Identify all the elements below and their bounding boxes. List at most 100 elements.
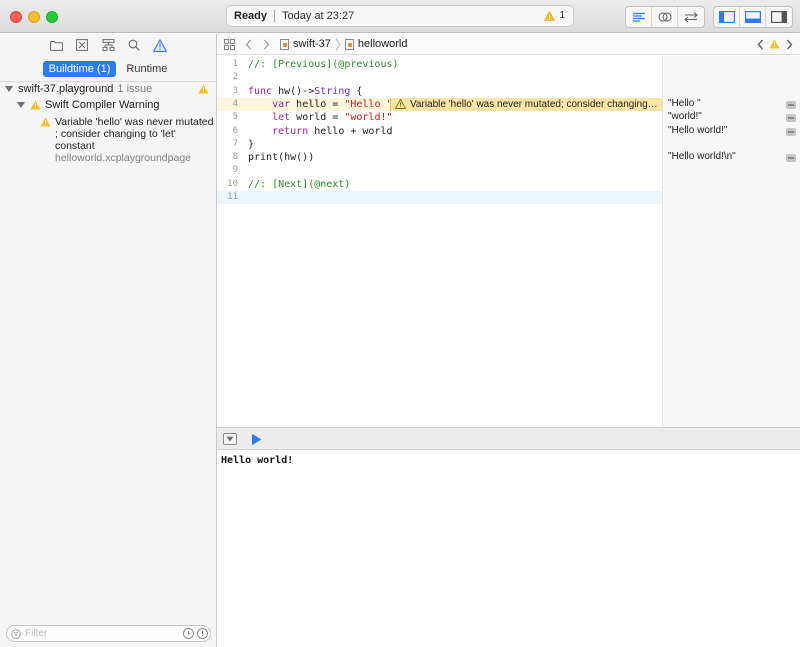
hide-debug-area-button[interactable] bbox=[223, 433, 237, 445]
hierarchy-icon[interactable] bbox=[101, 38, 115, 52]
issue-navigator-icon[interactable] bbox=[153, 38, 167, 52]
code-token: let bbox=[272, 112, 291, 124]
code-line[interactable]: 7} bbox=[217, 138, 662, 151]
code-token: hello = bbox=[290, 98, 345, 110]
symbol-icon[interactable] bbox=[75, 38, 89, 52]
code-line[interactable]: 5 let world = "world!" bbox=[217, 111, 662, 124]
code-line[interactable]: 2 bbox=[217, 71, 662, 84]
folder-icon[interactable] bbox=[49, 38, 63, 52]
code-token: func bbox=[248, 85, 273, 97]
line-number: 4 bbox=[232, 98, 238, 109]
inline-warning-banner[interactable]: Variable 'hello' was never mutated; cons… bbox=[390, 97, 662, 111]
code-token: world = bbox=[290, 112, 345, 124]
code-line[interactable]: 9 bbox=[217, 164, 662, 177]
navigator-divider bbox=[0, 81, 216, 82]
code-line[interactable]: 11 bbox=[217, 191, 662, 204]
chevron-left-icon[interactable] bbox=[245, 39, 252, 50]
collapse-triangle-icon bbox=[226, 436, 234, 442]
line-number: 10 bbox=[227, 178, 238, 189]
close-window-button[interactable] bbox=[10, 11, 22, 23]
result-value: "world!" bbox=[668, 111, 702, 123]
source-editor[interactable]: 1 //: [Previous](@previous) 2 3 func hw()->S… bbox=[217, 56, 662, 427]
disclosure-triangle-icon[interactable] bbox=[5, 86, 13, 92]
tree-row-project[interactable]: swift-37.playground 1 issue bbox=[5, 83, 212, 95]
navigator-selector-bar bbox=[0, 35, 216, 55]
code-token: //: [Next](@next) bbox=[248, 178, 351, 190]
activity-status-bar: Ready Today at 23:27 1 bbox=[226, 5, 574, 27]
chevron-right-icon[interactable] bbox=[786, 39, 793, 50]
chevron-left-icon[interactable] bbox=[757, 39, 764, 50]
recent-filter-icon[interactable] bbox=[183, 628, 194, 639]
assistant-editor-button[interactable] bbox=[652, 7, 678, 27]
code-line[interactable]: 1 //: [Previous](@previous) bbox=[217, 58, 662, 71]
chevron-right-icon[interactable] bbox=[263, 39, 270, 50]
results-sidebar: "Hello " "world!" "Hello world!" "Hello wor… bbox=[662, 56, 800, 427]
navigator-toggle-button[interactable] bbox=[714, 7, 740, 27]
quick-look-button[interactable] bbox=[786, 100, 796, 109]
zoom-window-button[interactable] bbox=[46, 11, 58, 23]
warning-icon bbox=[40, 117, 51, 127]
console-output[interactable]: Hello world! bbox=[217, 451, 800, 647]
disclosure-triangle-icon[interactable] bbox=[17, 102, 25, 108]
warning-icon bbox=[198, 84, 209, 94]
tab-buildtime[interactable]: Buildtime (1) bbox=[42, 60, 117, 77]
play-icon[interactable] bbox=[251, 433, 262, 446]
search-icon[interactable] bbox=[127, 38, 141, 52]
line-number: 7 bbox=[232, 138, 238, 149]
code-text: //: [Next](@next) bbox=[248, 178, 350, 191]
status-warning-count: 1 bbox=[559, 10, 565, 21]
warning-icon bbox=[30, 100, 41, 110]
status-state: Ready bbox=[234, 10, 268, 22]
project-issue-count: 1 issue bbox=[117, 83, 153, 95]
playground-file-icon bbox=[280, 38, 289, 50]
debug-bar bbox=[217, 427, 800, 450]
code-line[interactable]: 8 print(hw()) bbox=[217, 151, 662, 164]
warning-icon[interactable] bbox=[769, 39, 780, 49]
quick-look-button[interactable] bbox=[786, 127, 796, 136]
code-line[interactable]: 4 var hello = "Hello " Variable 'hello' w… bbox=[217, 97, 662, 111]
minimize-window-button[interactable] bbox=[28, 11, 40, 23]
status-warning-badge[interactable]: 1 bbox=[544, 10, 565, 21]
code-line[interactable]: 6 return hello + world bbox=[217, 125, 662, 138]
version-editor-button[interactable] bbox=[678, 7, 704, 27]
issue-filter-icon[interactable] bbox=[197, 628, 208, 639]
related-items-grid-icon[interactable] bbox=[224, 38, 235, 50]
filter-field[interactable]: Filter bbox=[6, 625, 211, 642]
breadcrumb-playground[interactable]: swift-37 bbox=[280, 38, 331, 50]
utilities-toggle-icon bbox=[771, 11, 787, 23]
code-text: //: [Previous](@previous) bbox=[248, 58, 399, 71]
line-number: 3 bbox=[232, 85, 238, 96]
standard-editor-button[interactable] bbox=[626, 7, 652, 27]
code-token: //: [Previous](@previous) bbox=[248, 59, 399, 70]
line-number: 1 bbox=[232, 59, 238, 69]
filter-icon bbox=[11, 628, 21, 639]
version-editor-icon bbox=[684, 12, 698, 23]
code-token: "Hello " bbox=[344, 98, 393, 110]
breadcrumb-label: helloworld bbox=[357, 38, 408, 50]
quick-look-button[interactable] bbox=[786, 154, 796, 163]
window-titlebar: Ready Today at 23:27 1 bbox=[0, 0, 800, 33]
line-number: 5 bbox=[232, 112, 238, 123]
tree-row-warning-group[interactable]: Swift Compiler Warning bbox=[17, 99, 160, 111]
line-number: 9 bbox=[232, 165, 238, 176]
quick-look-button[interactable] bbox=[786, 114, 796, 123]
warning-group-label: Swift Compiler Warning bbox=[45, 99, 160, 111]
tab-runtime[interactable]: Runtime bbox=[120, 61, 173, 77]
status-time: Today at 23:27 bbox=[282, 10, 355, 22]
code-line[interactable]: 3 func hw()->String { bbox=[217, 85, 662, 98]
debug-area-toggle-button[interactable] bbox=[740, 7, 766, 27]
warning-icon bbox=[395, 99, 406, 110]
code-text: return hello + world bbox=[248, 125, 393, 138]
code-token: "world!" bbox=[344, 112, 393, 124]
code-token: hello + world bbox=[308, 125, 393, 137]
code-text: var hello = "Hello " bbox=[248, 98, 393, 111]
view-toggle-segmented-control bbox=[713, 6, 793, 28]
code-line[interactable]: 10 //: [Next](@next) bbox=[217, 178, 662, 191]
utilities-toggle-button[interactable] bbox=[766, 7, 792, 27]
issue-file: helloworld.xcplaygroundpage bbox=[55, 152, 192, 164]
code-text: } bbox=[248, 138, 254, 151]
breadcrumb-page[interactable]: helloworld bbox=[344, 38, 408, 50]
result-value: "Hello world!\n" bbox=[668, 151, 736, 163]
standard-editor-icon bbox=[632, 12, 645, 22]
issue-scope-tabs: Buildtime (1) Runtime bbox=[0, 60, 216, 77]
